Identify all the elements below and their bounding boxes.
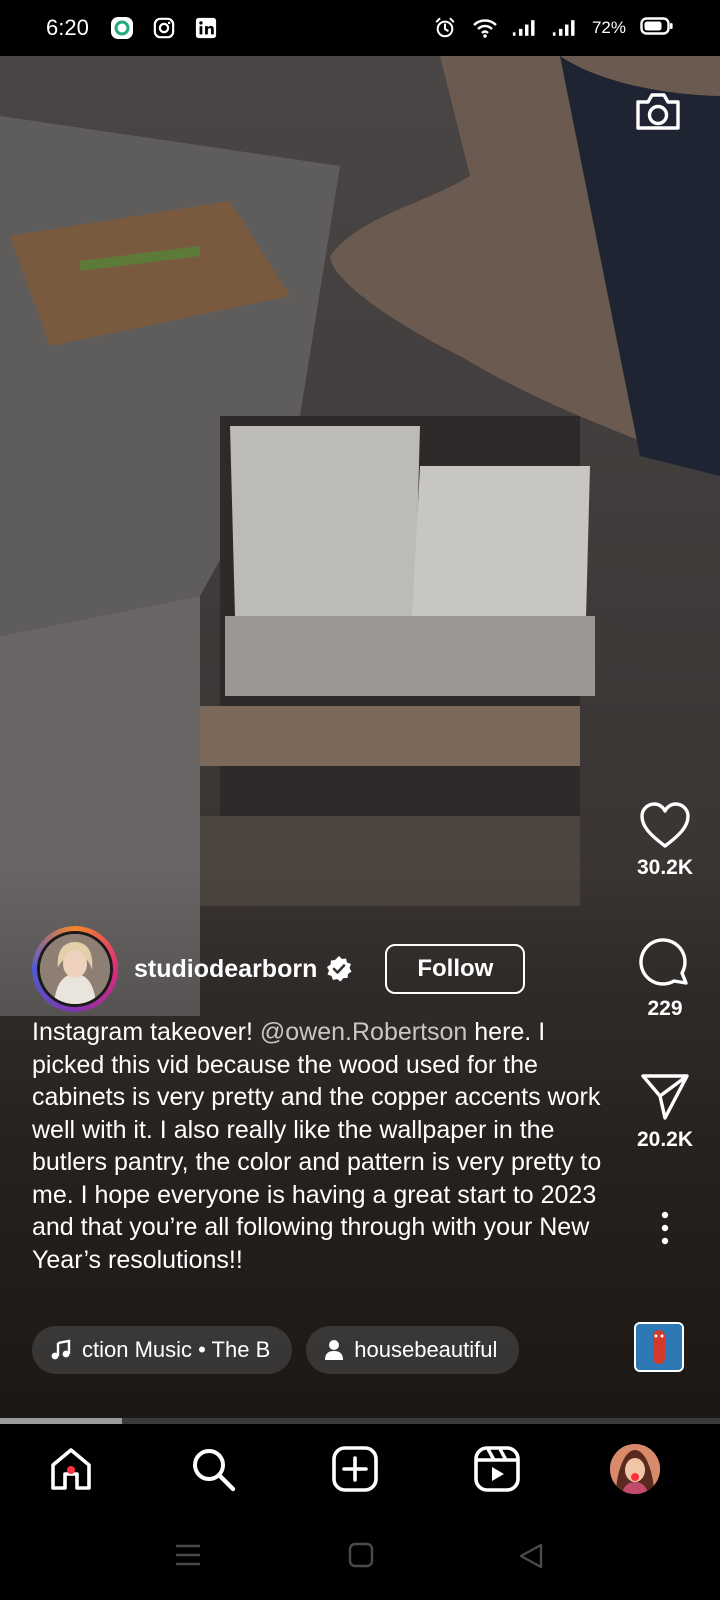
caption-text-start: Instagram takeover! xyxy=(32,1018,260,1046)
caption-text-end: here. I picked this vid because the wood… xyxy=(32,1018,602,1274)
bottom-navigation xyxy=(0,1424,720,1516)
nav-reels[interactable] xyxy=(472,1444,522,1494)
nav-create[interactable] xyxy=(330,1444,380,1494)
like-action[interactable]: 30.2K xyxy=(610,802,720,880)
verified-badge-icon xyxy=(327,956,352,982)
person-icon xyxy=(325,1340,344,1360)
search-icon[interactable] xyxy=(189,1445,237,1493)
more-options-button[interactable] xyxy=(610,1210,720,1246)
wifi-icon xyxy=(472,15,498,41)
tagged-user-label: housebeautiful xyxy=(354,1337,498,1362)
action-rail: 30.2K 229 20.2K xyxy=(610,0,720,1400)
comment-icon[interactable] xyxy=(638,937,692,991)
system-navigation-bar xyxy=(0,1516,720,1600)
more-vertical-icon[interactable] xyxy=(659,1210,671,1246)
audio-cover-icon xyxy=(636,1324,682,1370)
instagram-icon xyxy=(151,15,177,41)
tagged-user-chip[interactable]: housebeautiful xyxy=(306,1326,520,1374)
profile-notification-dot xyxy=(631,1473,639,1481)
app-notification-icon xyxy=(109,15,135,41)
signal-icon xyxy=(512,15,538,41)
author-row: studiodearborn Follow xyxy=(32,926,526,1012)
alarm-icon xyxy=(432,15,458,41)
back-triangle-icon[interactable] xyxy=(518,1542,544,1570)
music-note-icon xyxy=(51,1339,71,1360)
send-icon[interactable] xyxy=(639,1072,691,1122)
home-notification-dot xyxy=(67,1466,75,1474)
comment-action[interactable]: 229 xyxy=(610,937,720,1021)
home-square-icon[interactable] xyxy=(348,1542,374,1568)
reel-chips: ction Music • The B housebeautiful xyxy=(32,1326,520,1374)
music-chip-label: ction Music • The B xyxy=(82,1337,271,1362)
reels-icon[interactable] xyxy=(474,1446,520,1492)
caption-mention-link[interactable]: @owen.Robertson xyxy=(260,1018,467,1046)
status-time: 6:20 xyxy=(46,15,89,40)
reel-caption[interactable]: Instagram takeover! @owen.Robertson here… xyxy=(32,1016,612,1276)
linkedin-icon xyxy=(193,15,219,41)
comment-count: 229 xyxy=(647,997,683,1020)
author-avatar[interactable] xyxy=(32,926,118,1012)
share-count: 20.2K xyxy=(636,1128,694,1151)
signal-icon xyxy=(552,15,578,41)
menu-icon[interactable] xyxy=(174,1542,202,1568)
author-username[interactable]: studiodearborn xyxy=(134,955,317,984)
nav-search[interactable] xyxy=(188,1444,238,1494)
share-action[interactable]: 20.2K xyxy=(610,1072,720,1152)
nav-profile[interactable] xyxy=(610,1444,660,1494)
like-count: 30.2K xyxy=(636,856,694,879)
audio-thumbnail[interactable] xyxy=(634,1322,684,1372)
heart-icon[interactable] xyxy=(639,802,691,850)
profile-avatar[interactable] xyxy=(610,1444,660,1494)
follow-button[interactable]: Follow xyxy=(385,944,526,994)
music-chip[interactable]: ction Music • The B xyxy=(32,1326,293,1374)
plus-square-icon[interactable] xyxy=(332,1446,378,1492)
